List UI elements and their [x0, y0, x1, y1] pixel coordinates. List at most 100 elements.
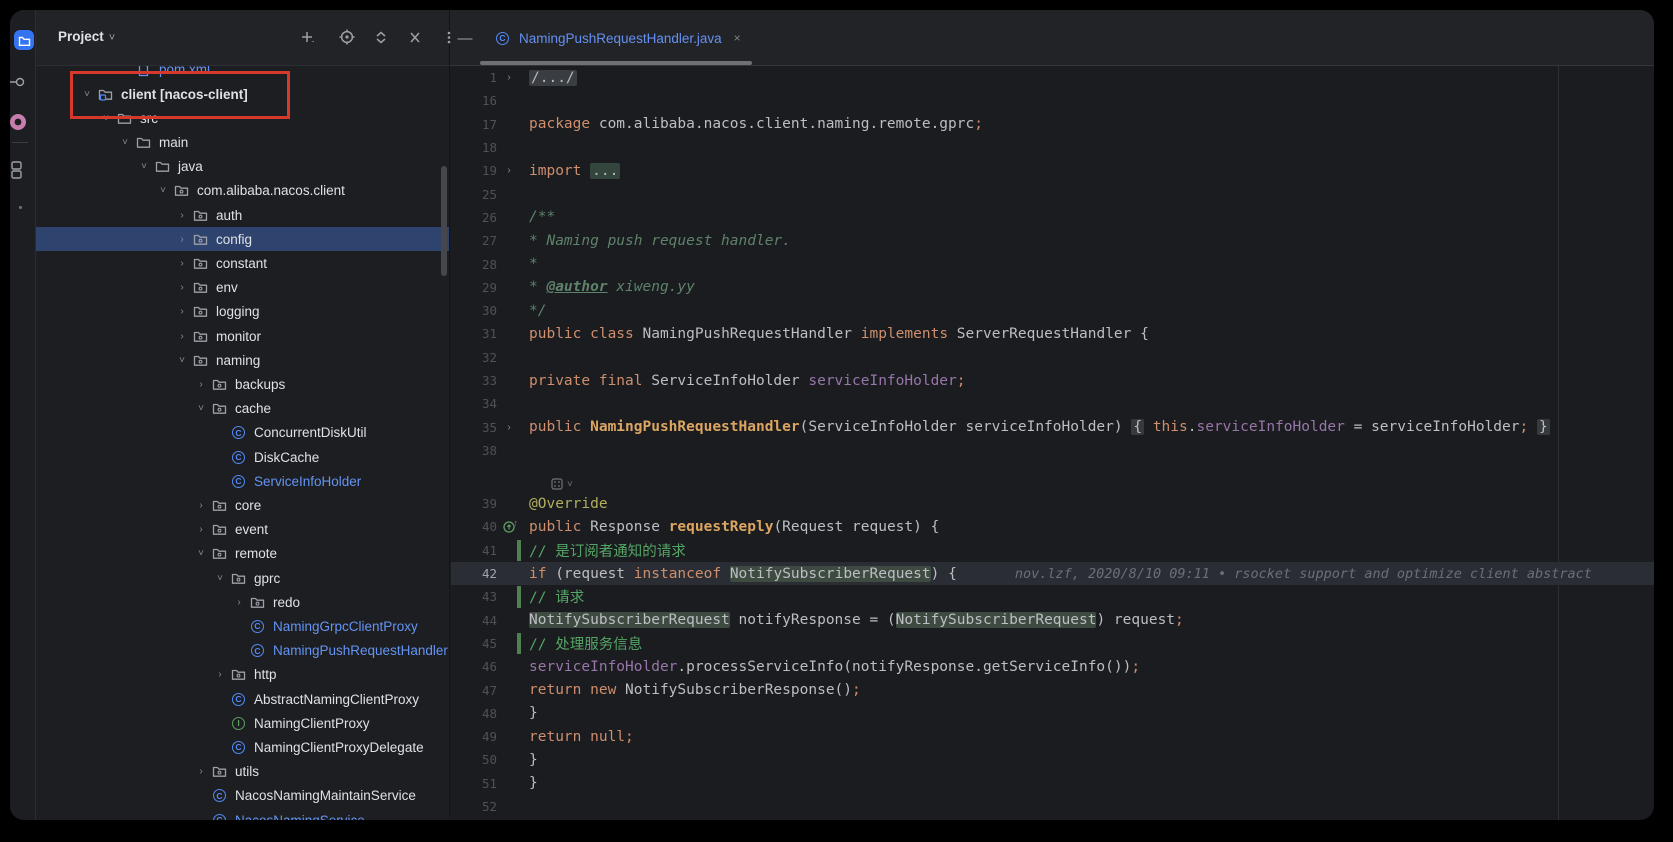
collapse-all-icon[interactable] [403, 25, 427, 49]
code-line-26[interactable]: 26/** [451, 206, 1654, 229]
code-line-49[interactable]: 49 return null; [451, 725, 1654, 748]
code-line-25[interactable]: 25 [451, 182, 1654, 205]
tree-item-cache[interactable]: ˅cache [36, 397, 449, 421]
code-editor[interactable]: 1›/.../1617package com.alibaba.nacos.cli… [451, 66, 1654, 818]
code-line-47[interactable]: 47 return new NotifySubscriberResponse()… [451, 678, 1654, 701]
tree-item-naming[interactable]: ˅naming [36, 348, 449, 372]
code-line-27[interactable]: 27 * Naming push request handler. [451, 229, 1654, 252]
tree-item-java[interactable]: ˅java [36, 155, 449, 179]
tree-item-monitor[interactable]: ›monitor [36, 324, 449, 348]
chevron-right-icon[interactable]: › [210, 669, 230, 680]
chevron-right-icon[interactable]: › [172, 282, 192, 293]
code-line-42[interactable]: 42 if (request instanceof NotifySubscrib… [451, 562, 1654, 585]
chevron-right-icon[interactable]: › [172, 210, 192, 221]
code-line-17[interactable]: 17package com.alibaba.nacos.client.namin… [451, 113, 1654, 136]
chevron-right-icon[interactable]: › [191, 379, 211, 390]
chevron-down-icon[interactable]: ˅ [153, 185, 173, 196]
close-icon[interactable]: × [734, 31, 741, 45]
tree-item-diskcache[interactable]: CDiskCache [36, 445, 449, 469]
code-line-52[interactable]: 52 [451, 795, 1654, 818]
tree-item-redo[interactable]: ›redo [36, 590, 449, 614]
code-vision-inlay[interactable]: ˅ [451, 462, 1654, 492]
code-line-43[interactable]: 43 // 请求 [451, 585, 1654, 608]
code-line-51[interactable]: 51} [451, 772, 1654, 795]
chevron-right-icon[interactable]: › [172, 331, 192, 342]
tree-item-namingclientproxy[interactable]: INamingClientProxy [36, 711, 449, 735]
chevron-right-icon[interactable]: › [172, 258, 192, 269]
tree-item-backups[interactable]: ›backups [36, 372, 449, 396]
code-line-46[interactable]: 46 serviceInfoHolder.processServiceInfo(… [451, 655, 1654, 678]
code-line-44[interactable]: 44 NotifySubscriberRequest notifyRespons… [451, 609, 1654, 632]
tree-item-abstractnamingclientproxy[interactable]: CAbstractNamingClientProxy [36, 687, 449, 711]
chevron-down-icon[interactable]: ˅ [115, 137, 135, 148]
fold-arrow-icon[interactable]: › [501, 165, 517, 176]
chevron-down-icon[interactable]: ˅ [191, 548, 211, 559]
chevron-down-icon[interactable]: ˅ [172, 355, 192, 366]
code-line-31[interactable]: 31public class NamingPushRequestHandler … [451, 322, 1654, 345]
commit-tool-icon[interactable] [10, 72, 28, 92]
new-item-icon[interactable] [295, 25, 319, 49]
tree-item-utils[interactable]: ›utils [36, 760, 449, 784]
plugin-pink-icon[interactable] [10, 112, 30, 132]
code-line-35[interactable]: 35› public NamingPushRequestHandler(Serv… [451, 415, 1654, 438]
tree-item-naminggrpcclientproxy[interactable]: CNamingGrpcClientProxy [36, 614, 449, 638]
code-line-38[interactable]: 38 [451, 439, 1654, 462]
code-line-40[interactable]: 40↑ public Response requestReply(Request… [451, 515, 1654, 538]
code-line-29[interactable]: 29 * @author xiweng.yy [451, 276, 1654, 299]
code-line-32[interactable]: 32 [451, 346, 1654, 369]
chevron-right-icon[interactable]: › [172, 234, 192, 245]
chevron-down-icon[interactable]: ˅ [134, 161, 154, 172]
chevron-right-icon[interactable]: › [172, 306, 192, 317]
vcs-gutter [517, 346, 521, 369]
code-line-45[interactable]: 45 // 处理服务信息 [451, 632, 1654, 655]
overrides-gutter-icon[interactable]: ↑ [501, 520, 517, 533]
tree-item-concurrentdiskutil[interactable]: CConcurrentDiskUtil [36, 421, 449, 445]
tree-item-core[interactable]: ›core [36, 493, 449, 517]
tree-item-http[interactable]: ›http [36, 663, 449, 687]
tree-item-config[interactable]: ›config [36, 227, 449, 251]
tree-item-env[interactable]: ›env [36, 276, 449, 300]
chevron-down-icon[interactable]: ˅ [210, 573, 230, 584]
chevron-right-icon[interactable]: › [191, 500, 211, 511]
tree-item-namingpushrequesthandler[interactable]: CNamingPushRequestHandler [36, 639, 449, 663]
tree-item-remote[interactable]: ˅remote [36, 542, 449, 566]
project-panel-title[interactable]: Project˅ [58, 29, 115, 44]
chevron-right-icon[interactable]: › [191, 524, 211, 535]
inlay-settings-icon[interactable]: ˅ [551, 476, 573, 492]
code-line-19[interactable]: 19›import ... [451, 159, 1654, 182]
expand-all-icon[interactable] [369, 25, 393, 49]
project-tool-icon[interactable] [14, 30, 34, 50]
tree-item-main[interactable]: ˅main [36, 130, 449, 154]
tree-item-namingclientproxydelegate[interactable]: CNamingClientProxyDelegate [36, 735, 449, 759]
tree-item-nacosnamingservice[interactable]: CNacosNamingService [36, 808, 449, 820]
tree-item-logging[interactable]: ›logging [36, 300, 449, 324]
fold-arrow-icon[interactable]: › [501, 422, 517, 433]
tree-item-nacosnamingmaintainservice[interactable]: CNacosNamingMaintainService [36, 784, 449, 808]
fold-arrow-icon[interactable]: › [501, 72, 517, 83]
code-line-33[interactable]: 33 private final ServiceInfoHolder servi… [451, 369, 1654, 392]
tree-item-event[interactable]: ›event [36, 518, 449, 542]
structure-tool-icon[interactable] [10, 160, 28, 180]
code-line-30[interactable]: 30 */ [451, 299, 1654, 322]
code-line-34[interactable]: 34 [451, 392, 1654, 415]
code-line-16[interactable]: 16 [451, 89, 1654, 112]
code-line-1[interactable]: 1›/.../ [451, 66, 1654, 89]
tab-namingpushrequesthandler[interactable]: C NamingPushRequestHandler.java × [480, 10, 755, 66]
tree-item-constant[interactable]: ›constant [36, 251, 449, 275]
code-line-39[interactable]: 39 @Override [451, 492, 1654, 515]
code-line-50[interactable]: 50 } [451, 748, 1654, 771]
code-line-28[interactable]: 28 * [451, 252, 1654, 275]
tree-item-auth[interactable]: ›auth [36, 203, 449, 227]
tree-scrollbar[interactable] [441, 166, 447, 276]
tree-item-gprc[interactable]: ˅gprc [36, 566, 449, 590]
more-options-icon[interactable] [437, 25, 461, 49]
code-line-48[interactable]: 48 } [451, 702, 1654, 725]
chevron-down-icon[interactable]: ˅ [191, 403, 211, 414]
chevron-right-icon[interactable]: › [191, 766, 211, 777]
code-line-18[interactable]: 18 [451, 136, 1654, 159]
locate-file-icon[interactable] [335, 25, 359, 49]
chevron-right-icon[interactable]: › [229, 597, 249, 608]
tree-item-com-alibaba-nacos-client[interactable]: ˅com.alibaba.nacos.client [36, 179, 449, 203]
tree-item-serviceinfoholder[interactable]: CServiceInfoHolder [36, 469, 449, 493]
code-line-41[interactable]: 41 // 是订阅者通知的请求 [451, 539, 1654, 562]
